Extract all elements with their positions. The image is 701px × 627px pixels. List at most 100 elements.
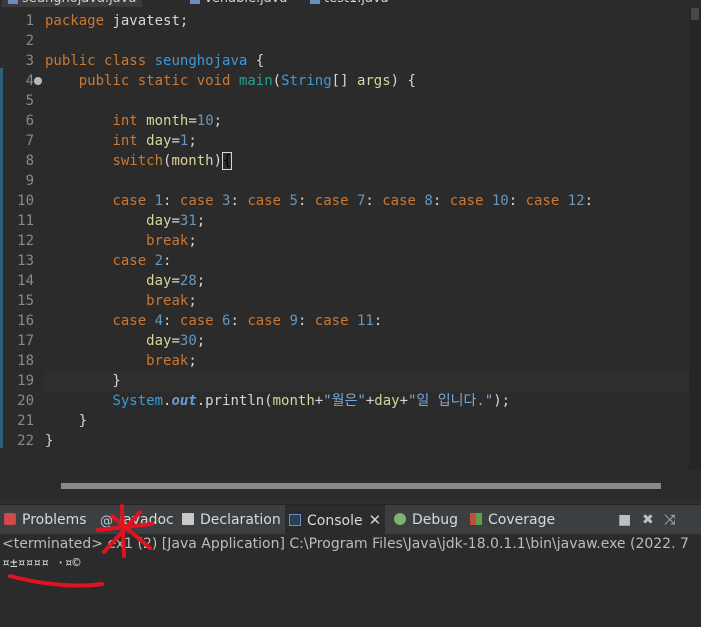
- tab-console[interactable]: Console ✕: [285, 505, 386, 535]
- code-line[interactable]: case 2:: [45, 251, 689, 271]
- code-line[interactable]: switch(month){: [45, 151, 689, 171]
- code-line[interactable]: System.out.println(month+"월은"+day+"일 입니다…: [45, 391, 689, 411]
- java-file-icon: [190, 0, 200, 4]
- code-token: String: [281, 73, 332, 89]
- code-token: 28: [179, 273, 197, 289]
- line-number: 6: [25, 113, 34, 129]
- horizontal-scrollbar-thumb[interactable]: [61, 483, 661, 489]
- console-status-line: <terminated> ex1 (2) [Java Application] …: [2, 536, 689, 552]
- code-token: :: [432, 193, 450, 209]
- code-line[interactable]: public static void main(String[] args) {: [45, 71, 689, 91]
- horizontal-scrollbar[interactable]: [45, 478, 690, 492]
- code-token: args: [356, 73, 391, 89]
- editor-tab-label: Venable.java: [204, 0, 287, 6]
- code-token: main: [238, 73, 273, 89]
- code-token: day: [374, 393, 400, 409]
- code-line[interactable]: break;: [45, 351, 689, 371]
- terminate-icon[interactable]: ■: [618, 505, 631, 535]
- code-token: void: [196, 73, 231, 89]
- javadoc-icon: @: [100, 514, 113, 529]
- remove-launch-icon[interactable]: ✖: [642, 505, 654, 535]
- code-token: 8: [424, 193, 433, 209]
- code-line[interactable]: [45, 171, 689, 191]
- tab-debug[interactable]: Debug: [394, 505, 458, 535]
- console-icon: [289, 514, 301, 526]
- code-line[interactable]: package javatest;: [45, 11, 689, 31]
- line-number: 3: [25, 53, 34, 69]
- remove-all-icon[interactable]: ⤨: [664, 505, 675, 535]
- code-token: ): [213, 153, 223, 169]
- code-token: 1: [154, 193, 164, 209]
- code-token: []: [331, 73, 357, 89]
- code-token: 4: [154, 313, 164, 329]
- console-view[interactable]: <terminated> ex1 (2) [Java Application] …: [0, 534, 701, 627]
- code-line[interactable]: [45, 31, 689, 51]
- code-token: +: [365, 393, 375, 409]
- code-token: :: [508, 193, 526, 209]
- line-number: 21: [17, 413, 34, 429]
- declaration-icon: [182, 513, 194, 525]
- code-area[interactable]: package javatest; public class seunghojav…: [45, 8, 689, 470]
- code-token: "일 입니다.": [408, 393, 494, 409]
- code-token: +: [399, 393, 408, 409]
- code-token: :: [230, 193, 248, 209]
- code-line[interactable]: }: [45, 411, 689, 431]
- code-token: ;: [213, 113, 223, 129]
- vertical-scrollbar-thumb[interactable]: [691, 8, 699, 20]
- fold-toggle-icon[interactable]: [34, 77, 42, 85]
- code-line[interactable]: [45, 91, 689, 111]
- close-icon[interactable]: ✕: [369, 511, 382, 529]
- tab-label: Debug: [412, 512, 459, 528]
- code-token: case: [112, 313, 147, 329]
- code-line[interactable]: }: [45, 371, 689, 391]
- editor-tab-2[interactable]: test1.java: [310, 0, 389, 7]
- code-line[interactable]: int month=10;: [45, 111, 689, 131]
- line-number: 8: [25, 153, 34, 169]
- code-line[interactable]: day=30;: [45, 331, 689, 351]
- tab-javadoc[interactable]: @ Javadoc: [100, 505, 174, 535]
- line-number: 16: [17, 313, 34, 329]
- code-line[interactable]: public class seunghojava {: [45, 51, 689, 71]
- code-token: }: [45, 433, 54, 449]
- code-token: :: [297, 313, 315, 329]
- code-editor[interactable]: 1 2 3 4 5 6 7 8 9 10 11 12 13 14 15 16 17 18 19 20 21 22 pack…: [0, 8, 689, 470]
- bottom-panel-tabs: Problems @ Javadoc Declaration Console ✕ D…: [0, 504, 701, 535]
- line-number: 18: [17, 353, 34, 369]
- line-number: 11: [17, 213, 34, 229]
- tab-label: Console: [307, 513, 363, 529]
- code-line[interactable]: break;: [45, 291, 689, 311]
- code-token: :: [163, 193, 180, 209]
- debug-icon: [394, 513, 406, 525]
- line-number: 5: [25, 93, 34, 109]
- code-token: );: [493, 393, 511, 409]
- code-token: case: [112, 193, 147, 209]
- code-line[interactable]: break;: [45, 231, 689, 251]
- code-token: 10: [491, 193, 509, 209]
- line-number: 19: [17, 373, 34, 389]
- tab-label: Declaration: [200, 512, 281, 528]
- code-token: :: [373, 313, 383, 329]
- tab-problems[interactable]: Problems: [4, 505, 87, 535]
- line-number: 22: [17, 433, 34, 449]
- editor-tab-1[interactable]: Venable.java: [190, 0, 287, 7]
- code-line[interactable]: int day=1;: [45, 131, 689, 151]
- editor-tab-0[interactable]: seunghojava.java: [2, 0, 143, 7]
- code-token: int: [112, 133, 138, 149]
- code-token: {: [247, 53, 265, 69]
- code-line[interactable]: case 1: case 3: case 5: case 7: case 8: …: [45, 191, 689, 211]
- code-line[interactable]: }: [45, 431, 689, 451]
- vertical-scrollbar[interactable]: [689, 8, 701, 470]
- editor-tab-label: seunghojava.java: [22, 0, 136, 6]
- code-line[interactable]: case 4: case 6: case 9: case 11:: [45, 311, 689, 331]
- code-line[interactable]: day=31;: [45, 211, 689, 231]
- code-line[interactable]: day=28;: [45, 271, 689, 291]
- tab-coverage[interactable]: Coverage: [470, 505, 555, 535]
- code-token: class: [104, 53, 147, 69]
- tab-declaration[interactable]: Declaration: [182, 505, 281, 535]
- code-token: ;: [196, 273, 206, 289]
